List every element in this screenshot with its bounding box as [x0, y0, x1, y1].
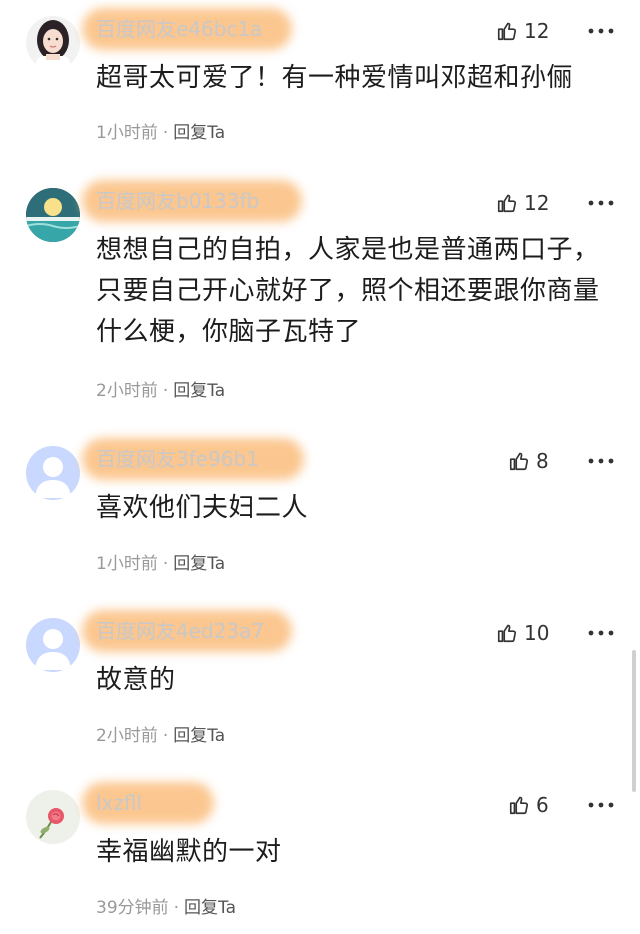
separator-dot: ·	[162, 554, 169, 574]
comment-meta: 2小时前 · 回复Ta	[96, 379, 225, 403]
username[interactable]: 百度网友3fe96b1	[82, 438, 304, 480]
more-dots-icon	[588, 802, 614, 808]
timestamp: 2小时前	[96, 726, 158, 746]
username-text: 百度网友3fe96b1	[96, 447, 259, 471]
like-button[interactable]: 8	[508, 446, 549, 476]
like-button[interactable]: 12	[496, 188, 549, 218]
reply-link[interactable]: 回复Ta	[173, 554, 225, 574]
avatar[interactable]	[26, 618, 80, 672]
comment-text: 故意的	[96, 665, 176, 695]
like-count: 6	[536, 793, 549, 817]
avatar[interactable]	[26, 16, 80, 70]
like-button[interactable]: 6	[508, 790, 549, 820]
thumbs-up-icon	[496, 622, 518, 644]
comment-text: 幸福幽默的一对	[96, 837, 282, 867]
username[interactable]: 百度网友e46bc1a	[82, 8, 292, 50]
default-avatar-icon	[26, 446, 80, 500]
username[interactable]: lxzfll	[82, 782, 214, 824]
separator-dot: ·	[162, 123, 169, 143]
like-count: 12	[524, 191, 550, 215]
more-button[interactable]	[586, 618, 616, 648]
thumbs-up-icon	[496, 20, 518, 42]
photo-avatar-icon	[26, 16, 80, 70]
more-button[interactable]	[586, 790, 616, 820]
rose-avatar-icon	[26, 790, 80, 844]
comment-text: 想想自己的自拍，人家是也是普通两口子，只要自己开心就好了，照个相还要跟你商量什么…	[96, 235, 600, 347]
timestamp: 1小时前	[96, 123, 158, 143]
scrollbar[interactable]	[632, 650, 636, 792]
username[interactable]: 百度网友4ed23a7	[82, 610, 292, 652]
default-avatar-icon	[26, 618, 80, 672]
thumbs-up-icon	[508, 450, 530, 472]
comment-meta: 39分钟前 · 回复Ta	[96, 896, 236, 920]
separator-dot: ·	[173, 898, 180, 918]
reply-link[interactable]: 回复Ta	[173, 123, 225, 143]
more-dots-icon	[588, 458, 614, 464]
comment-text: 超哥太可爱了！有一种爱情叫邓超和孙俪	[96, 63, 574, 93]
comment-meta: 1小时前 · 回复Ta	[96, 552, 225, 576]
like-count: 8	[536, 449, 549, 473]
like-button[interactable]: 10	[496, 618, 549, 648]
reply-link[interactable]: 回复Ta	[184, 898, 236, 918]
avatar[interactable]	[26, 446, 80, 500]
comment-text: 喜欢他们夫妇二人	[96, 493, 309, 523]
sunset-avatar-icon	[26, 188, 80, 242]
reply-link[interactable]: 回复Ta	[173, 381, 225, 401]
reply-link[interactable]: 回复Ta	[173, 726, 225, 746]
username-text: 百度网友b0133fb	[96, 189, 260, 213]
comment-meta: 1小时前 · 回复Ta	[96, 121, 225, 145]
more-dots-icon	[588, 200, 614, 206]
avatar[interactable]	[26, 790, 80, 844]
avatar[interactable]	[26, 188, 80, 242]
separator-dot: ·	[162, 726, 169, 746]
thumbs-up-icon	[508, 794, 530, 816]
more-dots-icon	[588, 28, 614, 34]
username[interactable]: 百度网友b0133fb	[82, 180, 302, 222]
timestamp: 2小时前	[96, 381, 158, 401]
timestamp: 39分钟前	[96, 898, 169, 918]
username-text: lxzfll	[96, 791, 143, 815]
thumbs-up-icon	[496, 192, 518, 214]
more-button[interactable]	[586, 16, 616, 46]
separator-dot: ·	[162, 381, 169, 401]
more-button[interactable]	[586, 188, 616, 218]
more-button[interactable]	[586, 446, 616, 476]
more-dots-icon	[588, 630, 614, 636]
like-count: 10	[524, 621, 550, 645]
username-text: 百度网友e46bc1a	[96, 17, 263, 41]
comment-meta: 2小时前 · 回复Ta	[96, 724, 225, 748]
like-count: 12	[524, 19, 550, 43]
username-text: 百度网友4ed23a7	[96, 619, 265, 643]
like-button[interactable]: 12	[496, 16, 549, 46]
timestamp: 1小时前	[96, 554, 158, 574]
